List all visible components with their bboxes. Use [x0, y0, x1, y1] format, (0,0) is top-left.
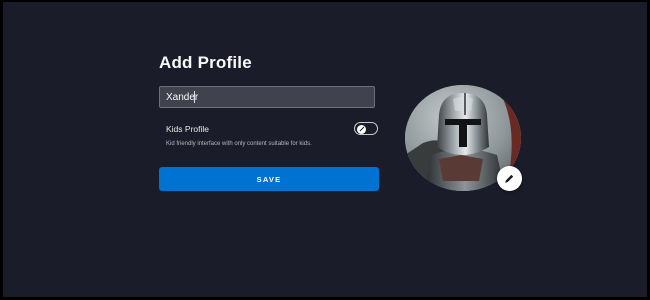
text-cursor: [194, 91, 195, 103]
page-title: Add Profile: [159, 53, 252, 72]
avatar-container: [405, 85, 523, 193]
kids-profile-toggle[interactable]: [354, 122, 378, 135]
edit-avatar-button[interactable]: [497, 166, 522, 191]
toggle-off-slash-icon: [359, 126, 364, 132]
kids-profile-description: Kid friendly interface with only content…: [166, 141, 312, 147]
kids-profile-label: Kids Profile: [166, 124, 209, 134]
toggle-knob: [357, 124, 366, 134]
profile-name-input[interactable]: [159, 86, 375, 108]
add-profile-screen: Add Profile Kids Profile Kid friendly in…: [3, 2, 647, 297]
save-button[interactable]: SAVE: [159, 167, 379, 191]
pencil-icon: [505, 174, 514, 183]
